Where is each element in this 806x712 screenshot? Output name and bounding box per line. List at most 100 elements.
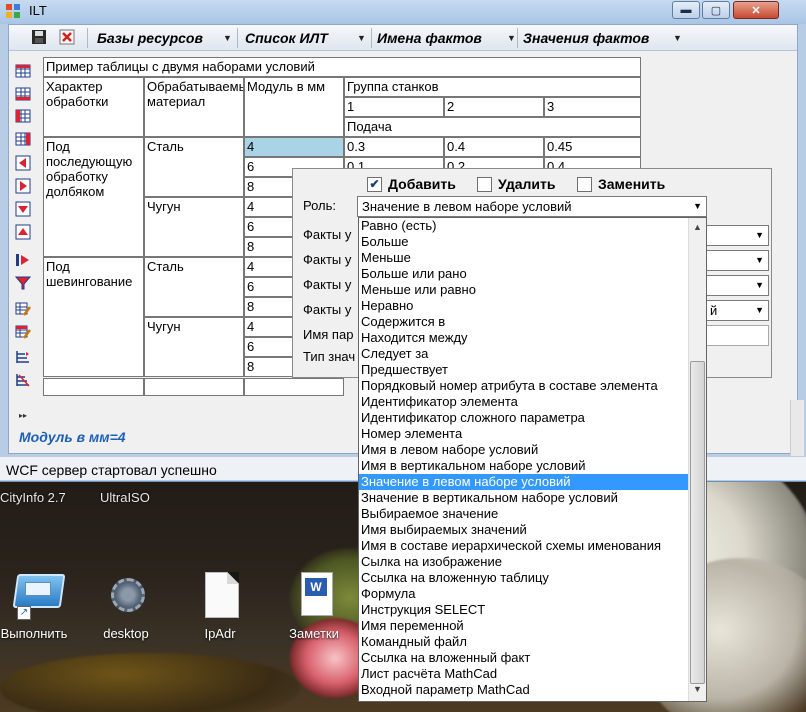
edit-table-icon[interactable] — [15, 301, 31, 317]
machine-group-cell[interactable]: 2 — [444, 97, 544, 117]
dropdown-option[interactable]: Равно (есть) — [359, 218, 689, 234]
insert-row-icon[interactable] — [15, 63, 31, 79]
header-module[interactable]: Модуль в мм — [244, 77, 344, 137]
move-right-icon[interactable] — [15, 178, 31, 194]
role-dropdown-list[interactable]: Равно (есть) Больше Меньше Больше или рано М… — [358, 217, 707, 702]
dropdown-option[interactable]: Имя выбираемых значений — [359, 522, 689, 538]
dropdown-option[interactable]: Командный файл — [359, 634, 689, 650]
role-select[interactable]: Значение в левом наборе условий ▼ — [357, 196, 707, 217]
feed-cell[interactable]: 0.3 — [344, 137, 444, 157]
tree-delete-icon[interactable] — [15, 372, 31, 388]
processing-cell[interactable]: Под последующую обработку долбяком — [43, 137, 144, 257]
module-cell-selected[interactable]: 4 — [244, 137, 344, 157]
desktop-icon-run[interactable]: ↗ Выполнить — [0, 568, 74, 641]
fact-select[interactable]: ▼ — [705, 250, 769, 271]
material-cell[interactable]: Чугун — [144, 197, 244, 257]
ilt-list-dropdown[interactable]: Список ИЛТ — [245, 29, 328, 47]
add-checkbox[interactable]: ✔ Добавить — [367, 176, 456, 192]
header-feed[interactable]: Подача — [344, 117, 641, 137]
delete-icon[interactable] — [59, 29, 75, 45]
dropdown-option[interactable]: Имя в левом наборе условий — [359, 442, 689, 458]
desktop-icon-label-ultraiso[interactable]: UltraISO — [100, 490, 150, 505]
processing-cell[interactable]: Под шевингование — [43, 257, 144, 377]
param-name-input[interactable] — [705, 325, 769, 346]
dropdown-option[interactable]: Имя в составе иерархической схемы именов… — [359, 538, 689, 554]
resource-bases-dropdown[interactable]: Базы ресурсов — [97, 29, 203, 47]
scroll-up-icon[interactable]: ▲ — [693, 222, 702, 232]
desktop-icon-label-cityinfo[interactable]: CityInfo 2.7 — [0, 490, 66, 505]
fact-values-dropdown[interactable]: Значения фактов — [523, 29, 649, 47]
dropdown-option[interactable]: Ссылка на вложенную таблицу — [359, 570, 689, 586]
insert-row-below-icon[interactable] — [15, 86, 31, 102]
table-caption[interactable]: Пример таблицы с двумя наборами условий — [43, 57, 641, 77]
empty-cell[interactable] — [43, 378, 144, 396]
fact-select[interactable]: й ▼ — [705, 300, 769, 321]
play-icon[interactable] — [15, 252, 31, 268]
chevron-down-icon[interactable]: ▼ — [357, 29, 366, 47]
dropdown-option[interactable]: Больше или рано — [359, 266, 689, 282]
dropdown-option[interactable]: Инструкция SELECT — [359, 602, 689, 618]
dropdown-option[interactable]: Имя в вертикальном наборе условий — [359, 458, 689, 474]
title-bar[interactable]: ILT ▬ ▢ ✕ — [0, 0, 806, 24]
dropdown-option[interactable]: Лист расчёта MathCad — [359, 666, 689, 682]
delete-checkbox[interactable]: Удалить — [477, 176, 555, 192]
material-cell[interactable]: Сталь — [144, 137, 244, 197]
desktop-icon-notes[interactable]: W Заметки — [274, 568, 354, 641]
material-cell[interactable]: Чугун — [144, 317, 244, 377]
empty-cell[interactable] — [144, 378, 244, 396]
dropdown-option[interactable]: Больше — [359, 234, 689, 250]
tree-structure-icon[interactable] — [15, 349, 31, 365]
dropdown-option[interactable]: Сылка на изображение — [359, 554, 689, 570]
dropdown-option[interactable]: Меньше — [359, 250, 689, 266]
dropdown-option[interactable]: Идентификатор элемента — [359, 394, 689, 410]
filter-icon[interactable] — [14, 275, 32, 291]
machine-group-cell[interactable]: 1 — [344, 97, 444, 117]
dropdown-option[interactable]: Номер элемента — [359, 426, 689, 442]
dropdown-option[interactable]: Предшествует — [359, 362, 689, 378]
fact-names-dropdown[interactable]: Имена фактов — [377, 29, 482, 47]
dropdown-option[interactable]: Выбираемое значение — [359, 506, 689, 522]
move-left-icon[interactable] — [15, 155, 31, 171]
scrollbar-thumb[interactable] — [690, 361, 705, 684]
fact-select[interactable]: ▼ — [705, 225, 769, 246]
desktop-icon-desktop[interactable]: desktop — [86, 568, 166, 641]
maximize-button[interactable]: ▢ — [702, 1, 730, 19]
close-button[interactable]: ✕ — [733, 1, 779, 19]
dropdown-option-selected[interactable]: Значение в левом наборе условий — [359, 474, 689, 490]
dropdown-option[interactable]: Идентификатор сложного параметра — [359, 410, 689, 426]
header-material[interactable]: Обрабатываемый материал — [144, 77, 244, 137]
dropdown-option[interactable]: Меньше или равно — [359, 282, 689, 298]
dropdown-option[interactable]: Порядковый номер атрибута в составе элем… — [359, 378, 689, 394]
dropdown-option[interactable]: Неравно — [359, 298, 689, 314]
minimize-button[interactable]: ▬ — [672, 1, 700, 19]
desktop-icon-ipadr[interactable]: IpAdr — [180, 568, 260, 641]
dropdown-option[interactable]: Формула — [359, 586, 689, 602]
save-icon[interactable] — [31, 29, 47, 45]
scroll-right-icon[interactable]: ▸▸ — [19, 411, 37, 421]
material-cell[interactable]: Сталь — [144, 257, 244, 317]
feed-cell[interactable]: 0.4 — [444, 137, 544, 157]
dropdown-option[interactable]: Входной параметр MathCad — [359, 682, 689, 698]
header-machine-group[interactable]: Группа станков — [344, 77, 641, 97]
edit-cell-icon[interactable] — [15, 324, 31, 340]
chevron-down-icon[interactable]: ▼ — [223, 29, 232, 47]
feed-cell[interactable]: 0.45 — [544, 137, 641, 157]
dropdown-scrollbar[interactable]: ▲ ▼ — [688, 218, 706, 701]
dropdown-option[interactable]: Имя переменной — [359, 618, 689, 634]
dropdown-option[interactable]: Значение в вертикальном наборе условий — [359, 490, 689, 506]
dropdown-option[interactable]: Следует за — [359, 346, 689, 362]
chevron-down-icon[interactable]: ▼ — [673, 29, 682, 47]
scroll-down-icon[interactable]: ▼ — [693, 684, 702, 694]
dropdown-option[interactable]: Ссылка на вложенный факт — [359, 650, 689, 666]
empty-cell[interactable] — [244, 378, 344, 396]
header-processing[interactable]: Характер обработки — [43, 77, 144, 137]
insert-column-icon[interactable] — [15, 108, 31, 124]
chevron-down-icon[interactable]: ▼ — [507, 29, 516, 47]
dropdown-option[interactable]: Находится между — [359, 330, 689, 346]
dropdown-option[interactable]: Содержится в — [359, 314, 689, 330]
machine-group-cell[interactable]: 3 — [544, 97, 641, 117]
move-down-icon[interactable] — [15, 201, 31, 217]
replace-checkbox[interactable]: Заменить — [577, 176, 665, 192]
move-up-icon[interactable] — [15, 224, 31, 240]
insert-column-right-icon[interactable] — [15, 131, 31, 147]
